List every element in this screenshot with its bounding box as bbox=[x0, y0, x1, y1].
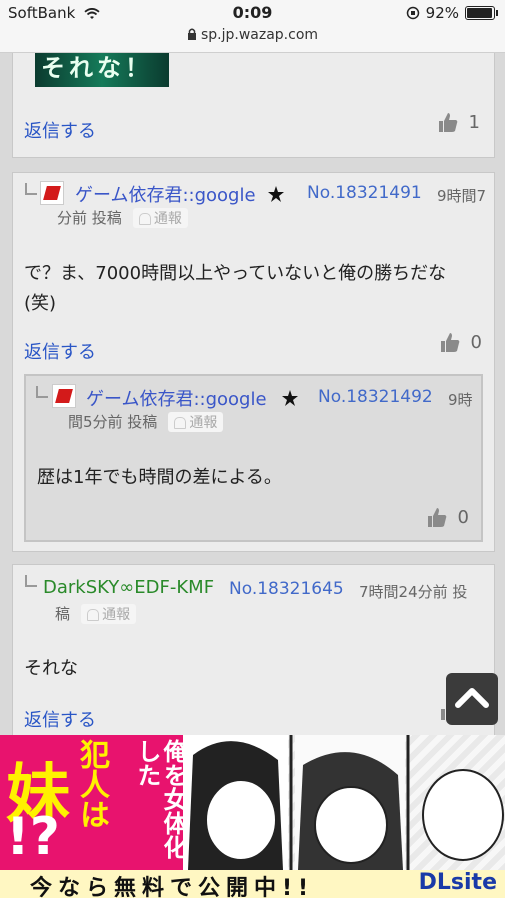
ad-vertical-text: 犯人は bbox=[74, 739, 109, 829]
lock-icon bbox=[187, 28, 196, 40]
reply-indicator bbox=[36, 386, 48, 398]
ad-banner[interactable]: 妹 !? 犯人は 俺を女体化した 今なら無料で公開中!! DLsite bbox=[0, 735, 505, 898]
user-avatar[interactable] bbox=[52, 384, 76, 408]
rank-star-icon bbox=[282, 390, 298, 406]
bell-icon bbox=[138, 213, 151, 225]
post-time: 9時間7 bbox=[437, 187, 487, 205]
like-button[interactable]: 1 bbox=[437, 111, 480, 133]
thumbs-up-icon bbox=[440, 333, 459, 352]
rank-star-icon bbox=[268, 186, 284, 202]
post-time: 7時間24分前 投 bbox=[359, 583, 468, 601]
orientation-lock-icon bbox=[406, 6, 419, 20]
user-avatar[interactable] bbox=[40, 181, 64, 205]
ad-brand-logo: DLsite bbox=[418, 870, 497, 895]
post-number[interactable]: No.18321491 bbox=[307, 183, 422, 203]
ad-cta-text: 今なら無料で公開中!! bbox=[30, 876, 315, 898]
report-button[interactable]: 通報 bbox=[81, 604, 137, 624]
like-button[interactable]: 0 bbox=[426, 506, 469, 528]
ad-manga-image bbox=[183, 735, 505, 870]
chevron-up-icon bbox=[455, 688, 489, 708]
username-link[interactable]: ゲーム依存君::google bbox=[75, 185, 256, 206]
manga-art bbox=[183, 735, 504, 870]
post-image[interactable]: それな！ bbox=[35, 53, 169, 87]
post-body: 歴は1年でも時間の差による。 bbox=[37, 467, 282, 488]
bell-icon bbox=[174, 417, 187, 429]
address-bar[interactable]: sp.jp.wazap.com bbox=[0, 27, 505, 43]
reply-button[interactable]: 返信する bbox=[24, 117, 96, 143]
post-number[interactable]: No.18321492 bbox=[318, 387, 433, 407]
report-button[interactable]: 通報 bbox=[132, 208, 188, 228]
scroll-to-top-button[interactable] bbox=[446, 673, 498, 725]
post-meta-line: 稿 通報 bbox=[55, 603, 137, 624]
like-button[interactable]: 0 bbox=[439, 331, 482, 353]
thumbs-up-icon bbox=[438, 113, 457, 132]
post-card: それな！ 返信する 1 bbox=[12, 53, 495, 158]
username-link[interactable]: ゲーム依存君::google bbox=[86, 385, 267, 411]
battery-icon bbox=[465, 6, 498, 20]
reply-indicator bbox=[25, 575, 37, 587]
ad-bottom-strip: 今なら無料で公開中!! DLsite bbox=[0, 870, 505, 898]
post-body: で？ま、7000時間以上やっていないと俺の勝ちだな (笑) bbox=[24, 263, 447, 314]
post-meta-line: 間5分前 投稿 通報 bbox=[68, 411, 224, 432]
reply-button[interactable]: 返信する bbox=[24, 338, 96, 364]
battery-status: 92% bbox=[406, 4, 498, 22]
bell-icon bbox=[87, 609, 100, 621]
ad-title-punct: !? bbox=[6, 807, 60, 867]
username-link[interactable]: DarkSKY∞EDF-KMF bbox=[43, 577, 214, 598]
post-card: ゲーム依存君::google No.18321491 9時間7 分前 投稿 通報… bbox=[12, 172, 495, 552]
post-body: それな bbox=[24, 658, 78, 679]
reply-button[interactable]: 返信する bbox=[24, 706, 96, 732]
post-number[interactable]: No.18321645 bbox=[229, 579, 344, 599]
status-bar: SoftBank 0:09 92% sp.jp.wazap.com bbox=[0, 0, 505, 53]
post-time: 9時 bbox=[448, 391, 473, 409]
report-button[interactable]: 通報 bbox=[168, 412, 224, 432]
ad-vertical-text: 俺を女体化した bbox=[133, 739, 187, 859]
ad-title-panel: 妹 !? 犯人は 俺を女体化した bbox=[0, 735, 187, 870]
post-meta-line: 分前 投稿 通報 bbox=[57, 207, 188, 228]
thumbs-up-icon bbox=[427, 508, 446, 527]
nested-reply-card: ゲーム依存君::google No.18321492 9時 間5分前 投稿 通報… bbox=[24, 374, 483, 542]
reply-indicator bbox=[25, 183, 37, 195]
